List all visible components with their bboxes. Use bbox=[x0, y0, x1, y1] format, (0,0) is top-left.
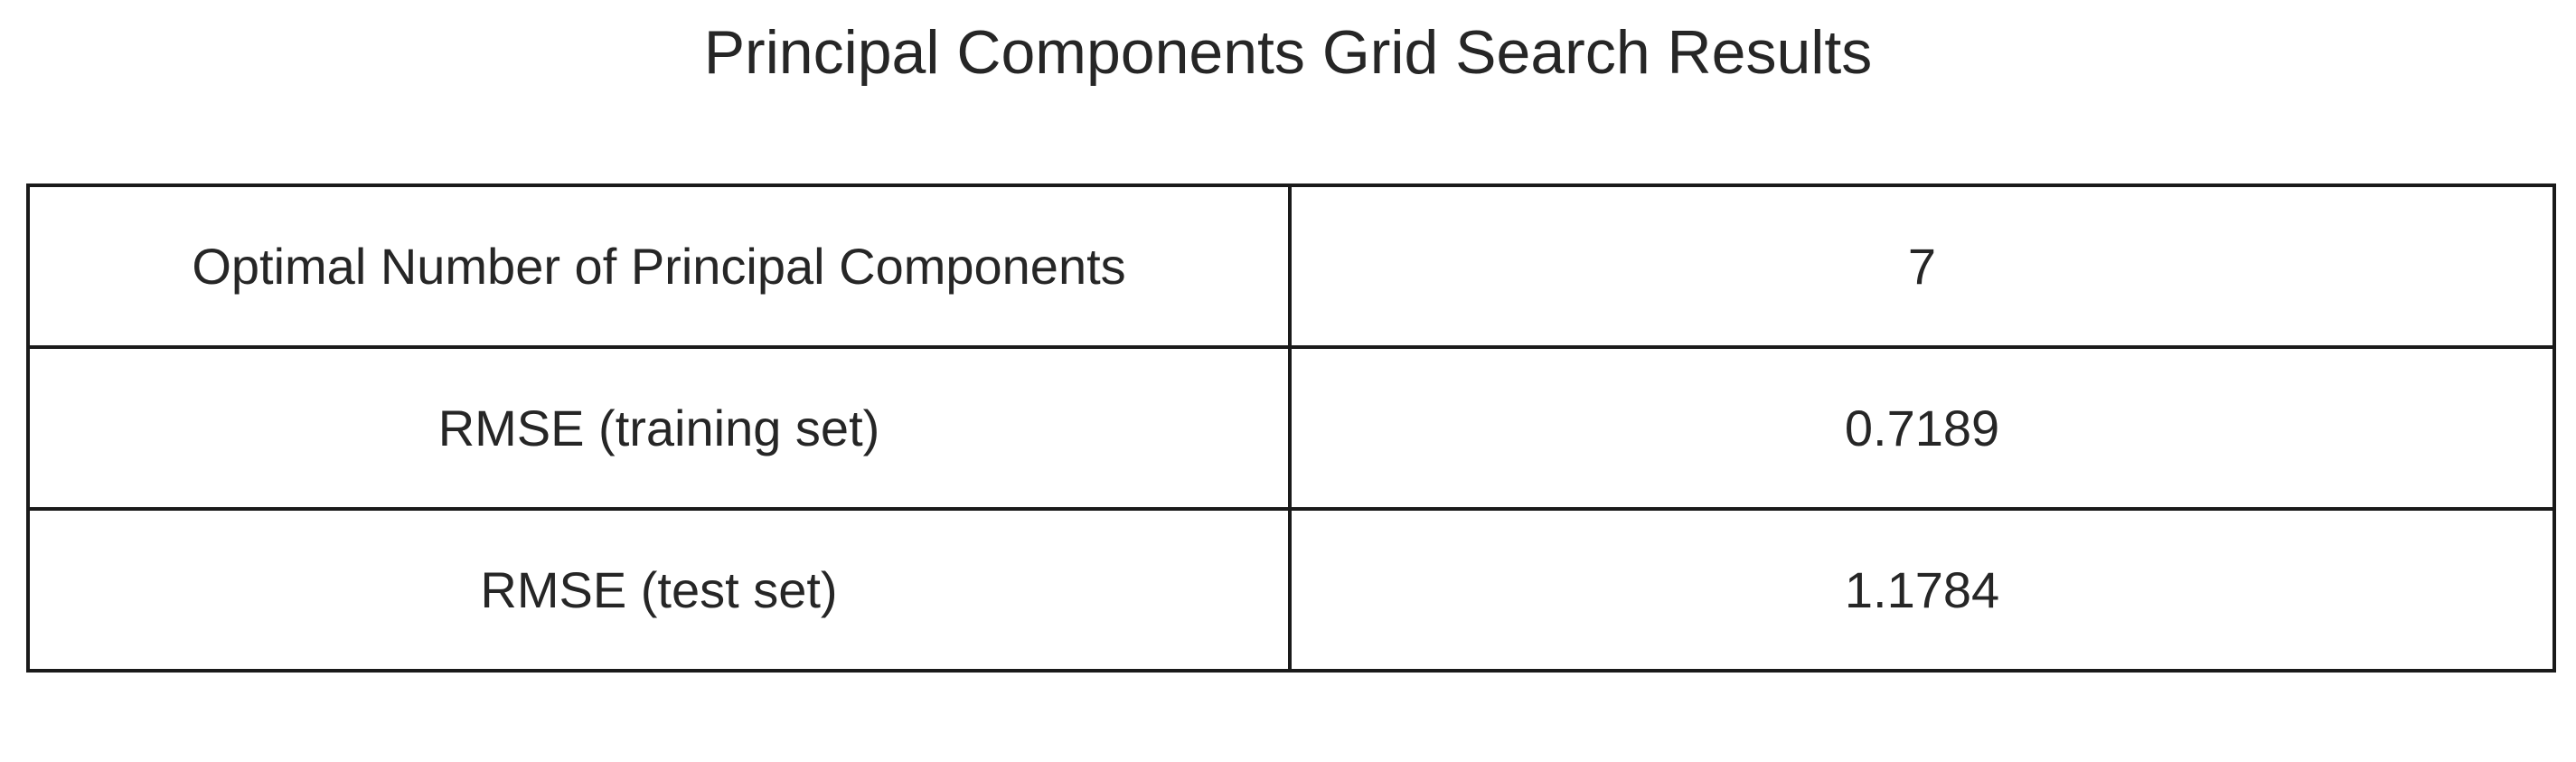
table-row: RMSE (test set) 1.1784 bbox=[26, 507, 2556, 673]
row-value-optimal-components: 7 bbox=[1288, 183, 2556, 349]
row-label-rmse-test: RMSE (test set) bbox=[26, 507, 1292, 673]
table-row: Optimal Number of Principal Components 7 bbox=[26, 183, 2556, 349]
chart-title: Principal Components Grid Search Results bbox=[703, 18, 1873, 87]
row-label-rmse-training: RMSE (training set) bbox=[26, 345, 1292, 511]
row-value-rmse-test: 1.1784 bbox=[1288, 507, 2556, 673]
table-row: RMSE (training set) 0.7189 bbox=[26, 345, 2556, 511]
row-value-rmse-training: 0.7189 bbox=[1288, 345, 2556, 511]
results-table: Optimal Number of Principal Components 7… bbox=[26, 183, 2556, 673]
row-label-optimal-components: Optimal Number of Principal Components bbox=[26, 183, 1292, 349]
